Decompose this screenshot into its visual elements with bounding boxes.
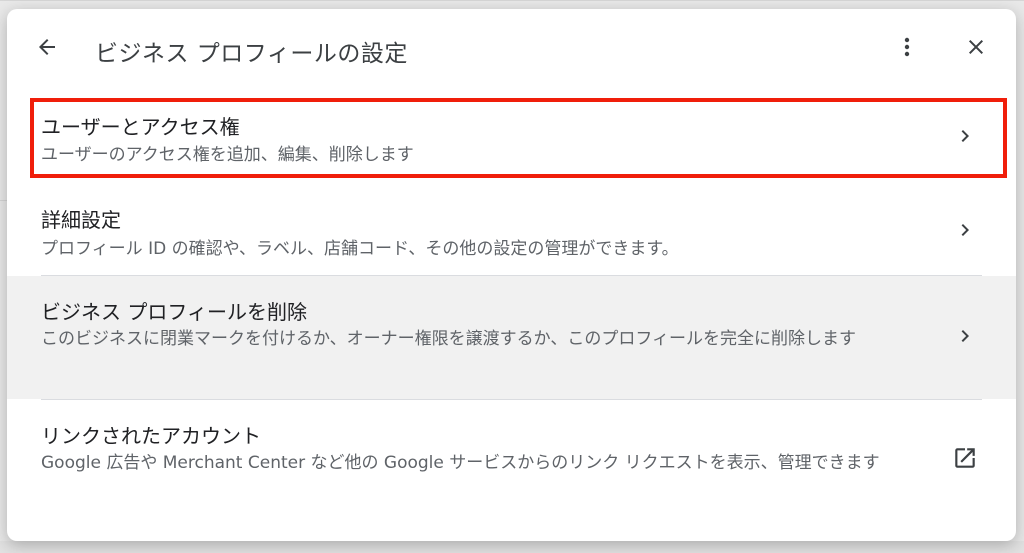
chevron-right-icon bbox=[951, 322, 979, 350]
chevron-right-icon bbox=[951, 216, 979, 244]
item-description: ユーザーのアクセス権を追加、編集、削除します bbox=[41, 145, 414, 165]
settings-item-linked-accounts[interactable]: リンクされたアカウント Google 広告や Merchant Center な… bbox=[7, 400, 1016, 520]
settings-item-advanced[interactable]: 詳細設定 プロフィール ID の確認や、ラベル、店舗コード、その他の設定の管理が… bbox=[7, 189, 1016, 275]
item-description: このビジネスに閉業マークを付けるか、オーナー権限を譲渡するか、このプロフィールを… bbox=[41, 329, 856, 349]
close-button[interactable] bbox=[960, 31, 992, 63]
dialog-title: ビジネス プロフィールの設定 bbox=[95, 41, 408, 67]
settings-item-delete-profile[interactable]: ビジネス プロフィールを削除 このビジネスに閉業マークを付けるか、オーナー権限を… bbox=[7, 276, 1016, 399]
item-description: プロフィール ID の確認や、ラベル、店舗コード、その他の設定の管理ができます。 bbox=[41, 239, 679, 259]
arrow-back-icon bbox=[39, 39, 55, 55]
more-vert-icon bbox=[904, 37, 910, 57]
item-label: リンクされたアカウント bbox=[41, 424, 261, 448]
business-profile-settings-dialog: ビジネス プロフィールの設定 ユーザーとアクセス権 ユーザーのアクセス権を追加、… bbox=[7, 9, 1016, 541]
item-label: ビジネス プロフィールを削除 bbox=[41, 300, 307, 324]
chevron-right-icon bbox=[951, 122, 979, 150]
item-description: Google 広告や Merchant Center など他の Google サ… bbox=[41, 453, 880, 473]
settings-item-users-and-access[interactable]: ユーザーとアクセス権 ユーザーのアクセス権を追加、編集、削除します bbox=[7, 97, 1016, 179]
dialog-header: ビジネス プロフィールの設定 bbox=[7, 9, 1016, 89]
item-label: ユーザーとアクセス権 bbox=[41, 115, 240, 139]
open-in-new-icon bbox=[951, 444, 979, 472]
item-label: 詳細設定 bbox=[41, 208, 121, 232]
more-options-button[interactable] bbox=[891, 31, 923, 63]
back-button[interactable] bbox=[31, 31, 63, 63]
close-icon bbox=[969, 40, 983, 54]
